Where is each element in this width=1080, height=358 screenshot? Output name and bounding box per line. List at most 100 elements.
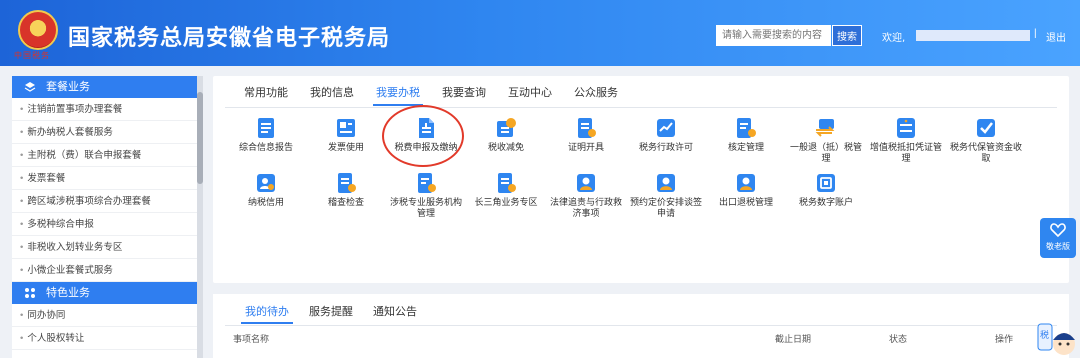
user-credit-icon: [257, 174, 275, 192]
sidebar-item[interactable]: 主附税（费）联合申报套餐: [12, 144, 202, 167]
service-certificate[interactable]: 证明开具: [546, 116, 626, 154]
service-label: 综合信息报告: [238, 143, 293, 153]
column-header-action: 操作: [995, 334, 1014, 344]
sidebar-item[interactable]: 发票套餐: [12, 167, 202, 190]
service-admin-license[interactable]: 税务行政许可: [626, 116, 706, 154]
service-label: 预约定价安排谈签申请: [629, 198, 702, 219]
sidebar-item[interactable]: 新办纳税人套餐服务: [12, 121, 202, 144]
welcome-text: 欢迎,: [882, 33, 906, 44]
service-label: 核定管理: [727, 143, 764, 153]
invoice-icon: [337, 119, 355, 137]
tab-public-service[interactable]: 公众服务: [563, 82, 629, 104]
service-fund-custody[interactable]: 税务代保管资金收取: [946, 116, 1026, 165]
sidebar-item[interactable]: 跨区域涉税事项综合办理套餐: [12, 190, 202, 213]
agency-icon: [418, 173, 436, 193]
service-tax-relief[interactable]: 税收减免: [466, 116, 546, 154]
sidebar-item[interactable]: 注销前置事项办理套餐: [12, 98, 202, 121]
cabinet-icon: [897, 118, 915, 138]
service-label: 发票使用: [327, 143, 364, 153]
service-digital-account[interactable]: 税务数字账户: [786, 171, 866, 209]
assessment-icon: [737, 118, 756, 138]
todo-panel: 我的待办 服务提醒 通知公告 事项名称 截止日期 状态 操作: [213, 294, 1069, 358]
username-redacted: [916, 30, 1030, 41]
digital-account-icon: [817, 174, 835, 192]
column-header-item: 事项名称: [233, 334, 270, 344]
sidebar-section-package[interactable]: 套餐业务: [12, 76, 202, 98]
tab-query[interactable]: 我要查询: [431, 82, 497, 104]
refund-icon: [815, 119, 835, 137]
certificate-icon: [578, 118, 596, 138]
tab-service-reminder[interactable]: 服务提醒: [299, 302, 363, 322]
sidebar-section-label: 特色业务: [46, 287, 90, 299]
sidebar-item[interactable]: 同办协同: [12, 304, 202, 327]
service-legal-remedy[interactable]: 法律追责与行政救济事项: [546, 171, 626, 220]
tax-emblem-icon: [18, 10, 58, 50]
sidebar-item[interactable]: 小微企业套餐式服务: [12, 259, 202, 282]
service-label: 纳税信用: [247, 198, 284, 208]
service-general-refund[interactable]: 一般退（抵）税管理: [786, 116, 866, 165]
column-header-deadline: 截止日期: [775, 334, 812, 344]
sidebar: 套餐业务 注销前置事项办理套餐 新办纳税人套餐服务 主附税（费）联合申报套餐 发…: [12, 76, 202, 358]
document-list-icon: [258, 118, 274, 138]
service-label: 一般退（抵）税管理: [789, 143, 862, 164]
service-label: 税务行政许可: [638, 143, 693, 153]
service-vat-deduction[interactable]: 增值税抵扣凭证管理: [866, 116, 946, 165]
sidebar-item[interactable]: 个人股权转让: [12, 327, 202, 350]
header-separator: |: [1034, 28, 1037, 39]
layers-icon: [24, 82, 36, 92]
inspection-icon: [338, 173, 356, 193]
service-inspection[interactable]: 稽查检查: [306, 171, 386, 209]
region-icon: [498, 173, 516, 193]
person-icon: [577, 174, 595, 192]
tab-tax-handling[interactable]: 我要办税: [365, 82, 431, 106]
chart-board-icon: [657, 119, 675, 137]
sidebar-section-label: 套餐业务: [46, 81, 90, 93]
tab-common[interactable]: 常用功能: [233, 82, 299, 104]
service-invoice-use[interactable]: 发票使用: [306, 116, 386, 154]
service-label: 税务数字账户: [798, 198, 853, 208]
sidebar-item[interactable]: 非税收入划转业务专区: [12, 236, 202, 259]
service-label: 涉税专业服务机构管理: [389, 198, 462, 219]
service-pricing-appointment[interactable]: 预约定价安排谈签申请: [626, 171, 706, 220]
service-export-refund[interactable]: 出口退税管理: [706, 171, 786, 209]
service-info-report[interactable]: 综合信息报告: [226, 116, 306, 154]
mascot-assistant[interactable]: 税: [1036, 322, 1076, 358]
sidebar-section-special[interactable]: 特色业务: [12, 282, 202, 304]
sidebar-item[interactable]: 多税种综合申报: [12, 213, 202, 236]
grid-icon: [25, 288, 35, 298]
service-assessment[interactable]: 核定管理: [706, 116, 786, 154]
heart-hand-icon: [1050, 223, 1066, 238]
main-tabs: 常用功能 我的信息 我要办税 我要查询 互动中心 公众服务: [233, 82, 629, 106]
todo-tab-divider: [225, 325, 1057, 326]
service-label: 税务代保管资金收取: [949, 143, 1022, 164]
search-input[interactable]: [716, 25, 831, 46]
tab-notice[interactable]: 通知公告: [363, 302, 427, 322]
relief-icon: [497, 118, 516, 137]
service-label: 证明开具: [567, 143, 604, 153]
person-icon: [657, 174, 675, 192]
logout-link[interactable]: 退出: [1046, 29, 1066, 44]
checkbox-icon: [977, 119, 995, 137]
highlight-circle-annotation: [382, 105, 464, 167]
service-label: 出口退税管理: [718, 198, 773, 208]
service-label: 法律追责与行政救济事项: [549, 198, 622, 219]
elder-mode-label: 敬老版: [1046, 242, 1070, 251]
column-header-status: 状态: [889, 334, 908, 344]
service-label: 稽查检查: [327, 198, 364, 208]
tab-interaction[interactable]: 互动中心: [497, 82, 563, 104]
tab-my-todo[interactable]: 我的待办: [235, 302, 299, 324]
service-yangtze-delta[interactable]: 长三角业务专区: [466, 171, 546, 209]
service-label: 税收减免: [487, 143, 524, 153]
service-label: 长三角业务专区: [474, 198, 538, 208]
site-title: 国家税务总局安徽省电子税务局: [68, 26, 391, 51]
tab-divider: [225, 107, 1057, 108]
service-credit[interactable]: 纳税信用: [226, 171, 306, 209]
tab-my-info[interactable]: 我的信息: [299, 82, 365, 104]
service-agency-management[interactable]: 涉税专业服务机构管理: [386, 171, 466, 220]
elder-mode-button[interactable]: 敬老版: [1040, 218, 1076, 258]
todo-tabs: 我的待办 服务提醒 通知公告: [235, 302, 427, 324]
person-icon: [737, 174, 755, 192]
sidebar-scroll-thumb[interactable]: [197, 92, 203, 184]
search-button[interactable]: 搜索: [832, 25, 862, 46]
service-label: 增值税抵扣凭证管理: [869, 143, 942, 164]
